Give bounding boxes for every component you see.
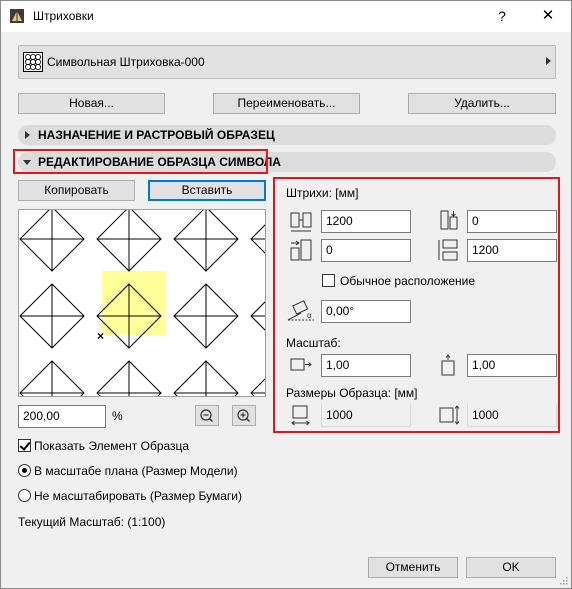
h-offset-input[interactable]: 0	[321, 239, 411, 262]
paper-scale-label: Не масштабировать (Размер Бумаги)	[34, 489, 242, 503]
new-button[interactable]: Новая...	[18, 93, 165, 114]
current-scale-text: Текущий Масштаб: (1:100)	[18, 515, 166, 529]
svg-text:α: α	[307, 311, 312, 320]
sample-width-icon	[291, 405, 310, 426]
section-assignment[interactable]: НАЗНАЧЕНИЕ И РАСТРОВЫЙ ОБРАЗЕЦ	[18, 125, 556, 145]
pattern-diamond	[96, 360, 162, 396]
pattern-grid-icon	[23, 52, 43, 72]
section-assignment-label: НАЗНАЧЕНИЕ И РАСТРОВЫЙ ОБРАЗЕЦ	[38, 128, 275, 142]
scale-header: Масштаб:	[286, 336, 341, 350]
ok-button[interactable]: OK	[466, 557, 556, 578]
zoom-out-icon	[200, 409, 213, 422]
app-icon	[10, 9, 24, 23]
pattern-diamond	[250, 378, 265, 396]
pattern-diamond	[19, 360, 85, 396]
pattern-diamond	[173, 210, 239, 272]
resize-grip-icon[interactable]	[558, 575, 568, 585]
pattern-diamond	[19, 283, 85, 349]
hatch-name: Символьная Штриховка-000	[47, 55, 205, 69]
pattern-diamond	[173, 283, 239, 349]
horizontal-offset-icon	[290, 239, 312, 261]
pattern-diamond	[250, 224, 265, 254]
expand-arrow-icon	[25, 131, 30, 139]
sample-width-field: 1000	[321, 404, 411, 427]
show-element-label: Показать Элемент Образца	[34, 439, 190, 453]
close-button[interactable]: ✕	[533, 6, 563, 26]
copy-button[interactable]: Копировать	[18, 180, 135, 201]
pattern-diamond	[96, 210, 162, 272]
scale-y-input[interactable]: 1,00	[467, 354, 557, 377]
zoom-in-button[interactable]	[232, 405, 256, 426]
pattern-preview-canvas: ×	[19, 210, 265, 396]
model-scale-radio[interactable]	[18, 464, 31, 477]
vertical-offset-icon	[440, 210, 458, 230]
v-spacing-input[interactable]: 1200	[467, 239, 557, 262]
angle-input[interactable]: 0,00°	[321, 300, 411, 323]
hatching-dialog: Штриховки ? ✕ Символьная Штриховка-000 Н…	[0, 0, 572, 589]
cancel-button[interactable]: Отменить	[368, 557, 458, 578]
normal-layout-label: Обычное расположение	[340, 274, 476, 288]
hatch-selector[interactable]: Символьная Штриховка-000	[18, 45, 556, 79]
normal-layout-checkbox[interactable]	[322, 274, 335, 287]
zoom-unit: %	[112, 409, 123, 423]
origin-marker-icon: ×	[97, 329, 104, 343]
pattern-diamond	[19, 210, 85, 272]
rename-button[interactable]: Переименовать...	[213, 93, 360, 114]
section-highlight-frame	[13, 149, 268, 174]
hatch-header: Штрихи: [мм]	[286, 186, 359, 200]
sample-size-header: Размеры Образца: [мм]	[286, 386, 418, 400]
scale-x-icon	[290, 358, 312, 371]
pattern-preview[interactable]: ×	[18, 209, 266, 397]
v-offset-input[interactable]: 0	[467, 210, 557, 233]
sample-height-icon	[439, 405, 460, 425]
vertical-spacing-icon	[438, 239, 458, 261]
zoom-out-button[interactable]	[195, 405, 219, 426]
zoom-input[interactable]: 200,00	[18, 405, 106, 428]
show-element-checkbox[interactable]	[18, 439, 31, 452]
window-title: Штриховки	[33, 9, 94, 23]
title-bar: Штриховки ? ✕	[1, 1, 571, 32]
h-spacing-input[interactable]: 1200	[321, 210, 411, 233]
pattern-diamond	[173, 360, 239, 396]
pattern-diamond	[250, 301, 265, 331]
horizontal-spacing-icon	[290, 212, 312, 232]
paper-scale-radio[interactable]	[18, 489, 31, 502]
scale-y-icon	[441, 354, 455, 376]
model-scale-label: В масштабе плана (Размер Модели)	[34, 464, 238, 478]
zoom-in-icon	[237, 409, 250, 422]
scale-x-input[interactable]: 1,00	[321, 354, 411, 377]
chevron-right-icon	[546, 57, 551, 65]
help-button[interactable]: ?	[487, 6, 517, 26]
angle-icon: α	[287, 300, 314, 321]
sample-cell-highlight	[102, 271, 166, 335]
sample-height-field: 1000	[467, 404, 557, 427]
paste-button[interactable]: Вставить	[148, 180, 266, 201]
delete-button[interactable]: Удалить...	[408, 93, 556, 114]
